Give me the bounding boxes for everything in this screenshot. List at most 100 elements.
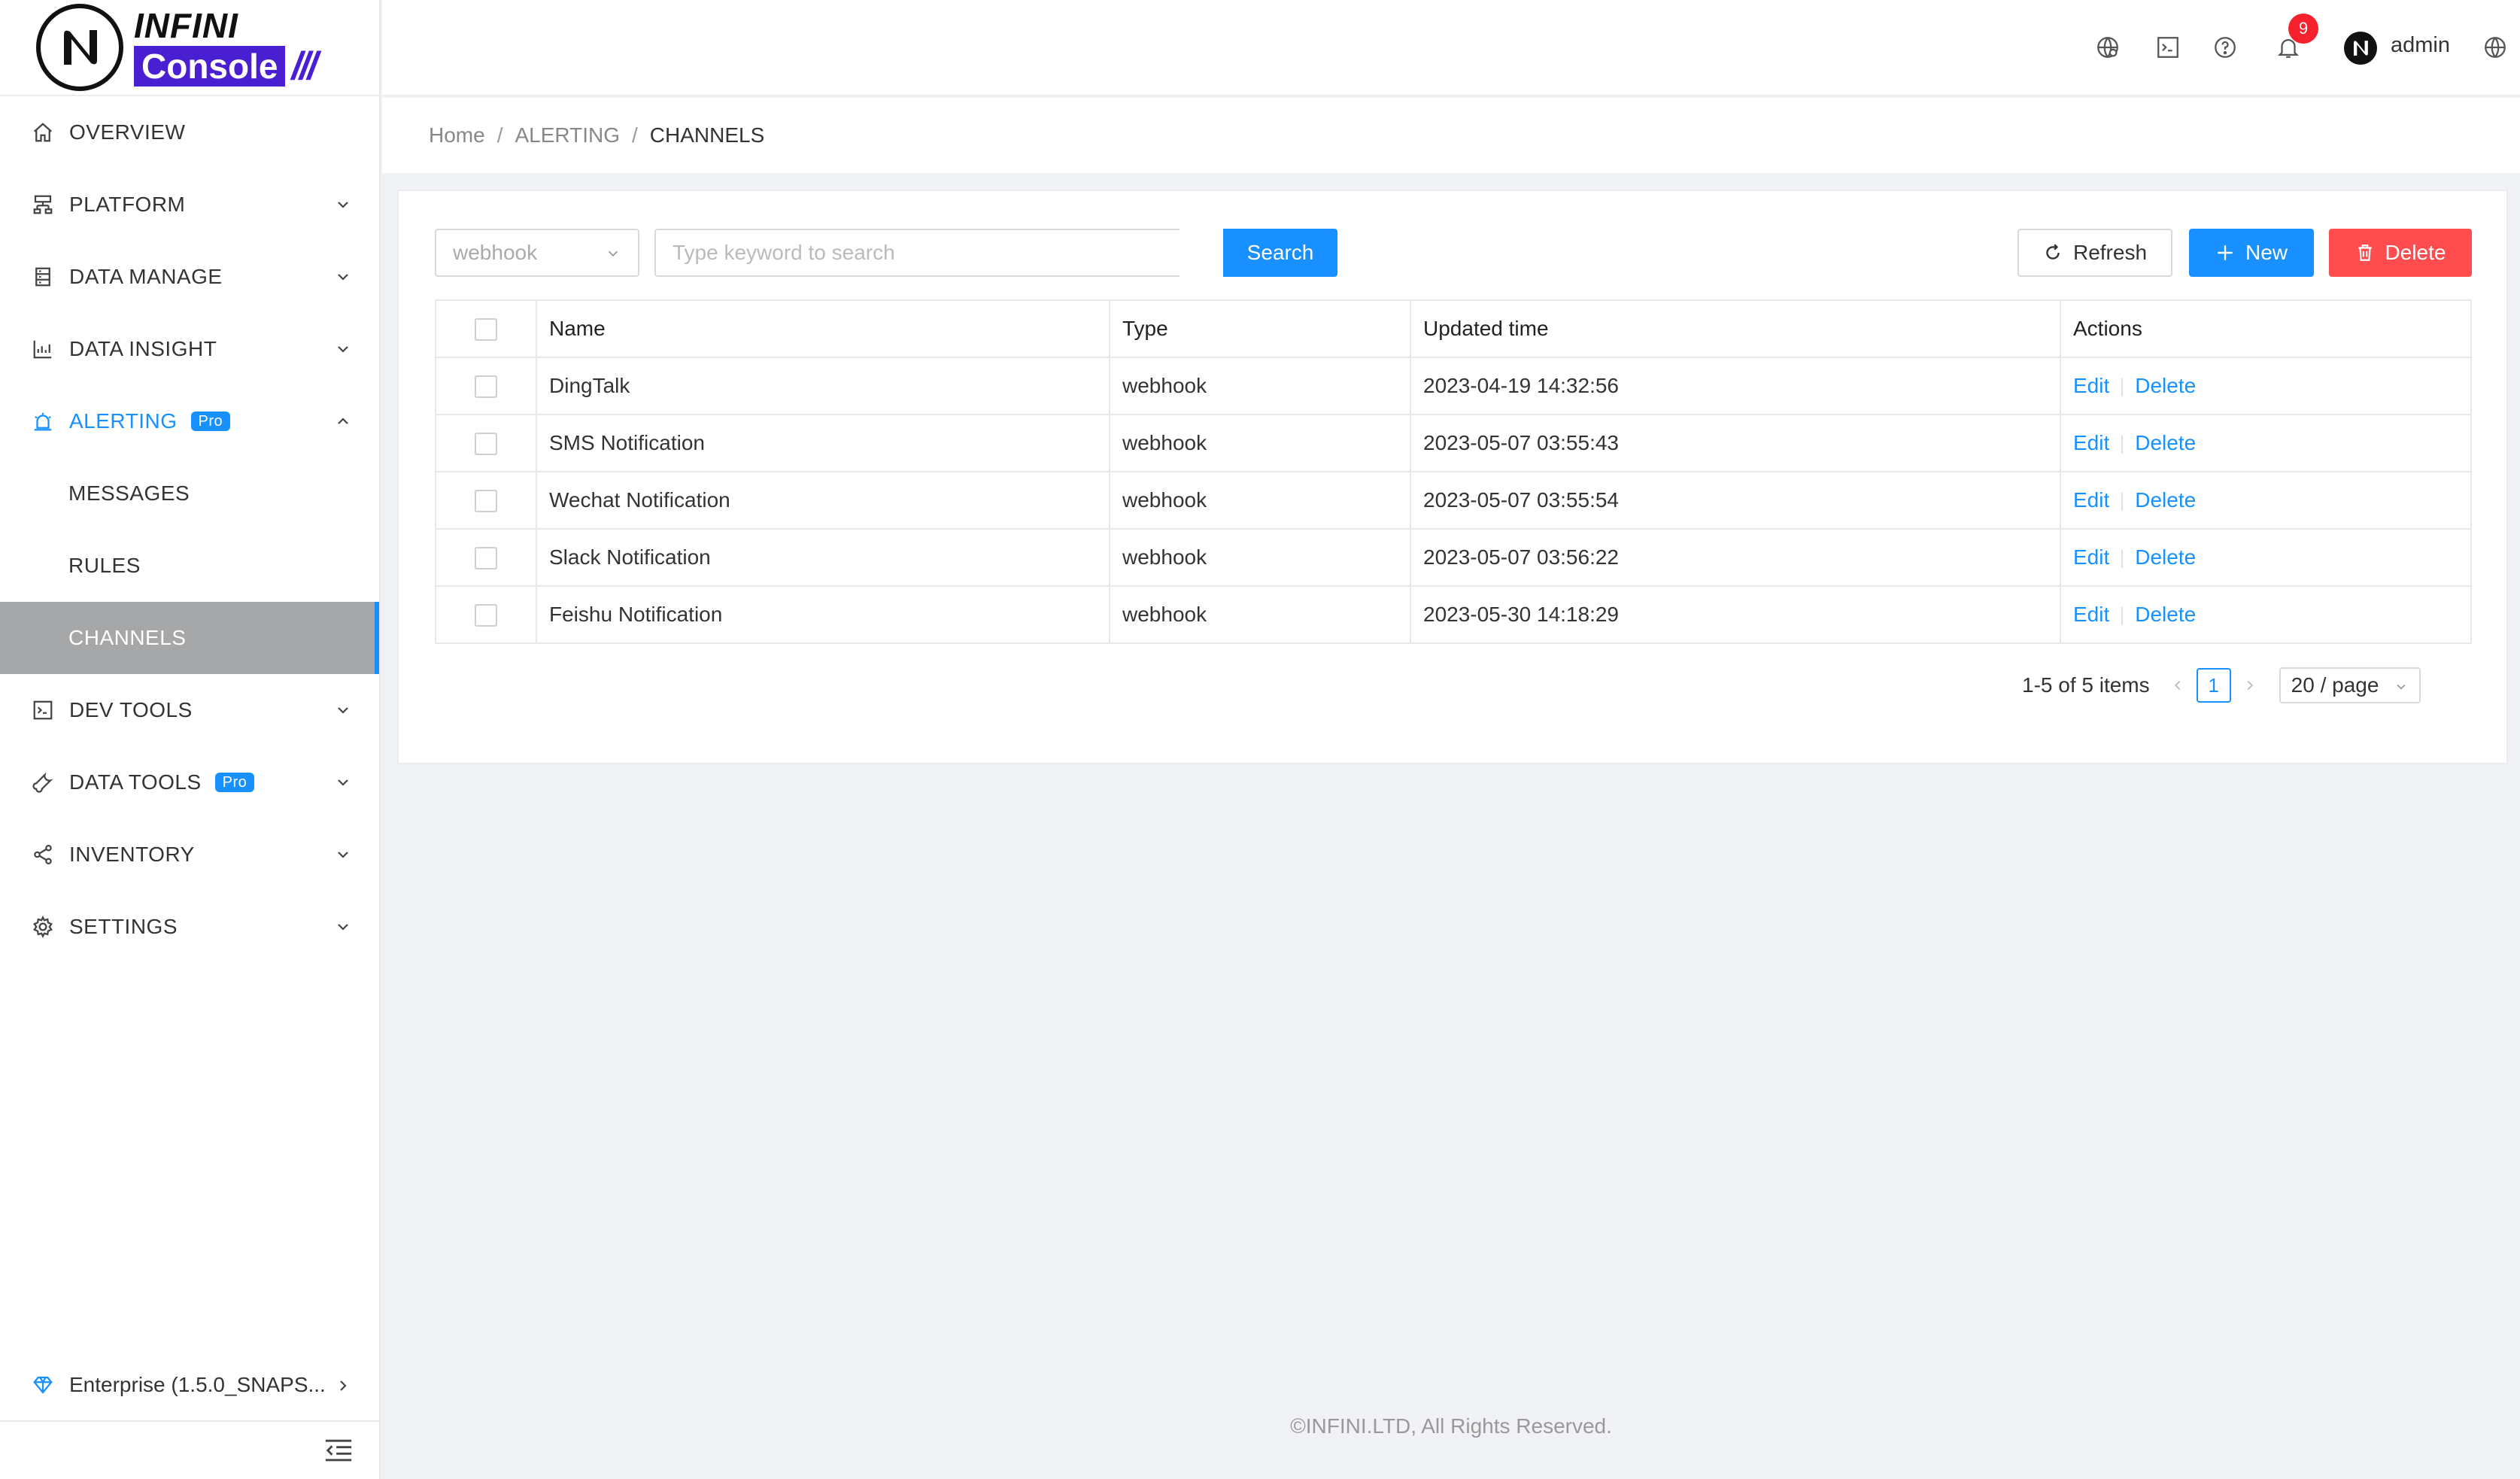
edit-link[interactable]: Edit (2073, 488, 2109, 512)
help-icon[interactable] (2212, 35, 2238, 60)
globe-icon[interactable] (2482, 35, 2508, 60)
cell-type: webhook (1110, 357, 1411, 415)
chevron-right-icon[interactable] (2242, 677, 2258, 694)
wrench-icon (32, 772, 53, 793)
column-name[interactable]: Name (536, 300, 1110, 358)
table-row: Slack Notification webhook 2023-05-07 03… (436, 529, 2471, 587)
refresh-label: Refresh (2072, 241, 2148, 264)
type-filter-value: webhook (453, 241, 538, 264)
search-input[interactable] (654, 229, 1180, 277)
row-checkbox[interactable] (475, 490, 497, 513)
terminal-icon[interactable] (2155, 35, 2181, 60)
page-number-current[interactable]: 1 (2196, 668, 2231, 703)
refresh-button[interactable]: Refresh (2018, 229, 2172, 277)
delete-label: Delete (2385, 241, 2446, 264)
sidebar-item-inventory[interactable]: INVENTORY (0, 818, 379, 891)
sidebar-item-label: RULES (68, 554, 141, 577)
username[interactable]: admin (2391, 33, 2450, 58)
pro-badge: Pro (214, 773, 255, 792)
table-row: DingTalk webhook 2023-04-19 14:32:56 Edi… (436, 357, 2471, 415)
platform-icon (33, 195, 53, 214)
delete-link[interactable]: Delete (2135, 374, 2196, 397)
row-checkbox[interactable] (475, 375, 497, 399)
delete-button[interactable]: Delete (2329, 229, 2472, 277)
chevron-up-icon (338, 418, 348, 424)
select-all-checkbox[interactable] (475, 318, 497, 342)
top-header (382, 0, 2520, 96)
chevron-left-icon[interactable] (2169, 677, 2186, 694)
row-checkbox[interactable] (475, 547, 497, 570)
channels-table: Name Type Updated time Actions DingTalk … (435, 299, 2472, 644)
sidebar-item-rules[interactable]: RULES (0, 530, 379, 602)
column-updated-time[interactable]: Updated time (1410, 300, 2061, 358)
sidebar-item-label: DEV TOOLS (69, 698, 193, 721)
chevron-down-icon (338, 274, 348, 281)
delete-link[interactable]: Delete (2135, 603, 2196, 626)
table-row: Wechat Notification webhook 2023-05-07 0… (436, 472, 2471, 530)
sidebar-item-label: ALERTING (69, 409, 178, 433)
sidebar-item-label: SETTINGS (69, 915, 178, 938)
table-row: Feishu Notification webhook 2023-05-30 1… (436, 586, 2471, 644)
delete-link[interactable]: Delete (2135, 431, 2196, 454)
sidebar-item-messages[interactable]: MESSAGES (0, 457, 379, 530)
sidebar-item-data-insight[interactable]: DATA INSIGHT (0, 313, 379, 385)
chevron-down-icon (338, 779, 348, 786)
sidebar-item-settings[interactable]: SETTINGS (0, 891, 379, 963)
refresh-icon (2046, 244, 2060, 260)
enterprise-version[interactable]: Enterprise (1.5.0_SNAPS... (0, 1350, 379, 1422)
table-row: SMS Notification webhook 2023-05-07 03:5… (436, 415, 2471, 472)
sidebar-item-label: DATA INSIGHT (69, 337, 217, 360)
sidebar-menu: OVERVIEW PLATFORM DATA MANAGE DATA INSIG… (0, 96, 379, 963)
cell-actions: Edit Delete (2060, 472, 2471, 530)
edit-link[interactable]: Edit (2073, 431, 2109, 454)
sidebar-item-alerting[interactable]: ALERTING Pro (0, 385, 379, 457)
logo-subtitle: Console (134, 46, 286, 87)
cell-type: webhook (1110, 529, 1411, 587)
cluster-icon[interactable] (2095, 35, 2121, 60)
action-divider (2121, 606, 2124, 625)
logo[interactable]: INFINI Console /// (0, 0, 379, 96)
sidebar-item-data-manage[interactable]: DATA MANAGE (0, 241, 379, 313)
sidebar-item-label: MESSAGES (68, 481, 190, 505)
logo-title: INFINI (134, 6, 238, 45)
sidebar-item-platform[interactable]: PLATFORM (0, 169, 379, 241)
cell-updated: 2023-05-07 03:56:22 (1410, 529, 2061, 587)
sidebar-item-channels[interactable]: CHANNELS (0, 602, 379, 674)
breadcrumb-home[interactable]: Home (429, 123, 485, 147)
cell-actions: Edit Delete (2060, 357, 2471, 415)
page-size-value: 20 / page (2291, 673, 2379, 697)
cell-type: webhook (1110, 472, 1411, 530)
breadcrumb-separator: / (632, 123, 638, 147)
chevron-down-icon (338, 202, 348, 208)
row-checkbox[interactable] (475, 604, 497, 627)
channels-card: webhook Search Refresh New Delete Name T… (397, 190, 2508, 764)
cell-actions: Edit Delete (2060, 586, 2471, 644)
footer-copyright: ©INFINI.LTD, All Rights Reserved. (1290, 1414, 1612, 1438)
edit-link[interactable]: Edit (2073, 374, 2109, 397)
chevron-down-icon (338, 924, 348, 931)
row-checkbox[interactable] (475, 433, 497, 456)
sidebar-item-overview[interactable]: OVERVIEW (0, 96, 379, 169)
sidebar-collapse[interactable] (0, 1422, 379, 1479)
avatar[interactable] (2344, 32, 2377, 65)
sidebar-item-label: INVENTORY (69, 843, 195, 866)
sidebar-item-dev-tools[interactable]: DEV TOOLS (0, 674, 379, 746)
edit-link[interactable]: Edit (2073, 603, 2109, 626)
search-button[interactable]: Search (1223, 229, 1337, 277)
type-filter-select[interactable]: webhook (435, 229, 639, 277)
page-size-select[interactable]: 20 / page (2279, 667, 2421, 703)
plus-icon (2218, 245, 2233, 260)
edit-link[interactable]: Edit (2073, 545, 2109, 569)
chevron-down-icon (2397, 684, 2406, 690)
breadcrumb-alerting[interactable]: ALERTING (515, 123, 620, 147)
action-divider (2121, 492, 2124, 511)
sidebar-item-data-tools[interactable]: DATA TOOLS Pro (0, 746, 379, 818)
delete-link[interactable]: Delete (2135, 488, 2196, 512)
chevron-right-icon (340, 1380, 347, 1391)
sidebar-item-label: PLATFORM (69, 193, 186, 216)
trash-icon (2358, 244, 2372, 261)
column-type[interactable]: Type (1110, 300, 1411, 358)
chevron-down-icon (338, 346, 348, 353)
new-button[interactable]: New (2189, 229, 2314, 277)
delete-link[interactable]: Delete (2135, 545, 2196, 569)
